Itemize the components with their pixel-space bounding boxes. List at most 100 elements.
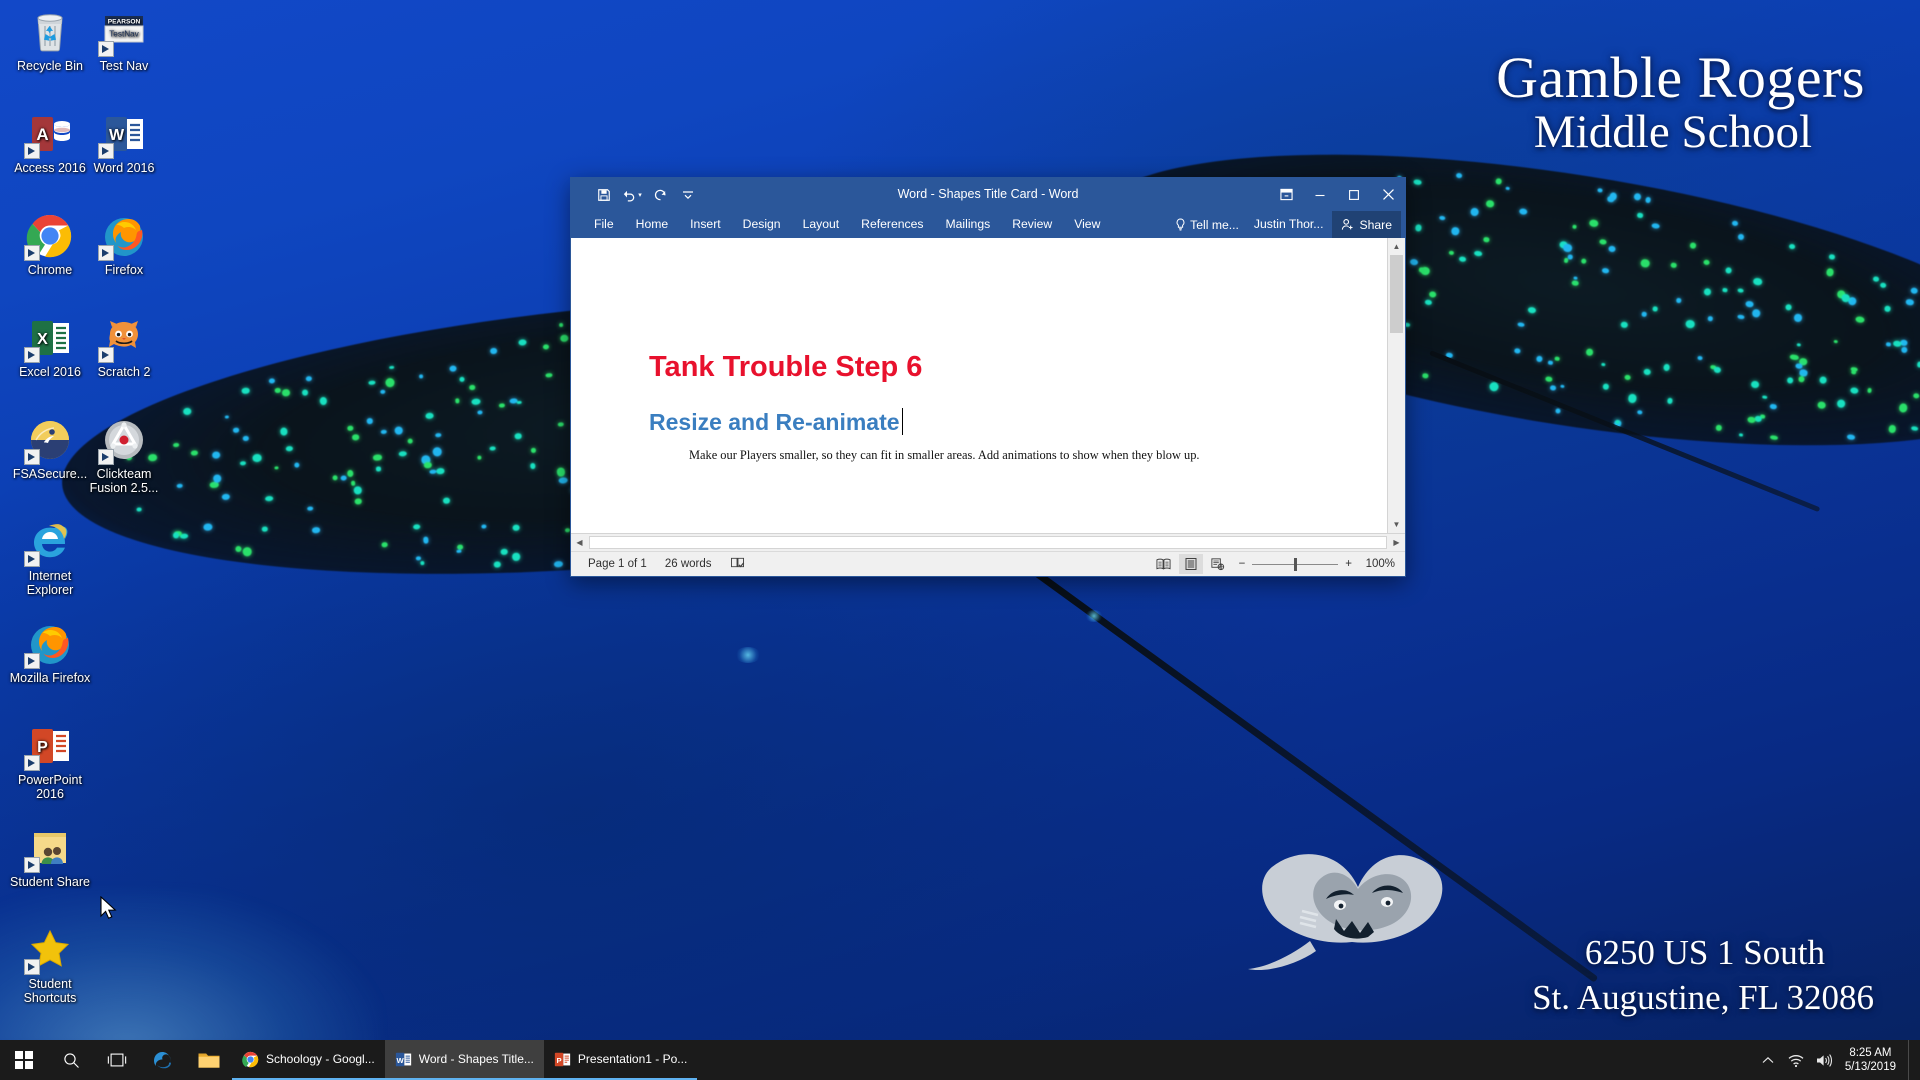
taskbar-task-2[interactable]: P Presentation1 - Po... bbox=[543, 1040, 698, 1080]
zoom-slider[interactable]: − + bbox=[1233, 557, 1358, 571]
print-layout-view-button[interactable] bbox=[1178, 554, 1203, 574]
word-status-bar[interactable]: Page 1 of 1 26 words − + 100% bbox=[571, 551, 1405, 576]
desktop-icon-scratch-2[interactable]: Scratch 2 bbox=[80, 314, 168, 380]
ribbon-tab-mailings[interactable]: Mailings bbox=[935, 211, 1002, 238]
scroll-down-icon[interactable]: ▼ bbox=[1388, 516, 1405, 533]
show-hidden-icons-chevron[interactable] bbox=[1755, 1040, 1781, 1080]
ray-spot bbox=[1474, 250, 1483, 257]
share-button[interactable]: Share bbox=[1332, 211, 1401, 238]
ray-spot bbox=[419, 560, 425, 565]
ray-spot bbox=[1836, 399, 1847, 409]
ray-spot bbox=[435, 467, 445, 475]
scroll-up-icon[interactable]: ▲ bbox=[1388, 238, 1405, 255]
ribbon-tab-layout[interactable]: Layout bbox=[792, 211, 851, 238]
status-bar-right[interactable]: − + 100% bbox=[1152, 554, 1397, 574]
desktop-icon-internet-explorer[interactable]: Internet Explorer bbox=[6, 518, 94, 597]
save-icon[interactable] bbox=[591, 183, 617, 207]
scratch-cat-icon bbox=[98, 314, 148, 363]
ribbon-tab-references[interactable]: References bbox=[850, 211, 934, 238]
ray-spot bbox=[1696, 355, 1703, 361]
ray-spot bbox=[172, 532, 179, 539]
taskbar-item-edge[interactable] bbox=[140, 1040, 186, 1080]
word-title-bar[interactable]: ▾ Word - Shapes Title Card - Word bbox=[571, 178, 1405, 211]
taskbar-task-0[interactable]: Schoology - Googl... bbox=[232, 1040, 385, 1080]
horizontal-scroll-track[interactable] bbox=[589, 536, 1387, 549]
ribbon-tab-insert[interactable]: Insert bbox=[679, 211, 731, 238]
read-mode-view-button[interactable] bbox=[1152, 554, 1176, 574]
ray-spot bbox=[1753, 277, 1763, 286]
minimize-icon[interactable] bbox=[1303, 178, 1337, 211]
word-window[interactable]: ▾ Word - Shapes Title Card - Word File H… bbox=[570, 177, 1406, 577]
ribbon-tab-home[interactable]: Home bbox=[625, 211, 680, 238]
proofing-errors-icon[interactable] bbox=[721, 556, 754, 572]
desktop-icon-test-nav[interactable]: PEARSON TestNav Test Nav bbox=[80, 8, 168, 74]
show-desktop-button[interactable] bbox=[1908, 1040, 1916, 1080]
desktop[interactable]: Gamble Rogers Middle School 6250 US 1 So… bbox=[0, 0, 1920, 1080]
ray-spot bbox=[281, 388, 291, 398]
task-view-icon[interactable] bbox=[94, 1040, 140, 1080]
taskbar-clock[interactable]: 8:25 AM 5/13/2019 bbox=[1839, 1040, 1906, 1080]
scroll-right-icon[interactable]: ▶ bbox=[1388, 534, 1405, 551]
word-count-status[interactable]: 26 words bbox=[656, 558, 721, 570]
customize-qat-icon[interactable] bbox=[675, 183, 701, 207]
close-icon[interactable] bbox=[1371, 178, 1405, 211]
taskbar-item-file-explorer[interactable] bbox=[186, 1040, 232, 1080]
wallpaper-address-line2: St. Augustine, FL 32086 bbox=[1532, 978, 1874, 1017]
desktop-icon-word-2016[interactable]: W Word 2016 bbox=[80, 110, 168, 176]
desktop-icon-student-shortcuts[interactable]: Student Shortcuts bbox=[6, 926, 94, 1005]
ray-spot bbox=[1725, 266, 1733, 274]
ray-spot bbox=[172, 442, 179, 447]
svg-text:A: A bbox=[36, 125, 48, 144]
ray-spot bbox=[1572, 275, 1578, 280]
desktop-icon-firefox[interactable]: Firefox bbox=[80, 212, 168, 278]
ribbon-tab-review[interactable]: Review bbox=[1001, 211, 1063, 238]
zoom-thumb[interactable] bbox=[1294, 557, 1298, 571]
ribbon-tab-file[interactable]: File bbox=[583, 211, 625, 238]
redo-icon[interactable] bbox=[647, 183, 673, 207]
quick-access-toolbar[interactable]: ▾ bbox=[571, 183, 701, 207]
zoom-out-button[interactable]: − bbox=[1239, 558, 1246, 570]
tell-me-search[interactable]: Tell me... bbox=[1169, 211, 1245, 238]
ray-spot bbox=[1884, 305, 1892, 313]
zoom-track[interactable] bbox=[1252, 557, 1339, 571]
ribbon-right-group[interactable]: Tell me... Justin Thor... Share bbox=[1169, 211, 1401, 238]
web-layout-view-button[interactable] bbox=[1206, 554, 1230, 574]
account-name[interactable]: Justin Thor... bbox=[1247, 211, 1331, 238]
window-controls[interactable] bbox=[1269, 178, 1405, 211]
ribbon-tab-view[interactable]: View bbox=[1063, 211, 1111, 238]
horizontal-scrollbar[interactable]: ◀ ▶ bbox=[571, 533, 1405, 551]
desktop-icon-mozilla-firefox[interactable]: Mozilla Firefox bbox=[6, 620, 94, 686]
ray-spot bbox=[1819, 376, 1828, 385]
ray-spot bbox=[1505, 186, 1510, 191]
network-wifi-icon[interactable] bbox=[1783, 1040, 1809, 1080]
start-button[interactable] bbox=[0, 1040, 48, 1080]
ribbon-tab-design[interactable]: Design bbox=[732, 211, 792, 238]
ribbon-tab-bar[interactable]: File Home Insert Design Layout References Mail… bbox=[571, 211, 1405, 238]
ribbon-display-options-icon[interactable] bbox=[1269, 178, 1303, 211]
zoom-in-button[interactable]: + bbox=[1345, 558, 1352, 570]
desktop-icon-powerpoint-2016[interactable]: P PowerPoint 2016 bbox=[6, 722, 94, 801]
undo-icon[interactable]: ▾ bbox=[619, 183, 645, 207]
volume-speaker-icon[interactable] bbox=[1811, 1040, 1837, 1080]
ray-spot bbox=[556, 467, 566, 477]
taskbar[interactable]: Schoology - Googl... W Word - Shapes Title… bbox=[0, 1040, 1920, 1080]
document-area[interactable]: Tank Trouble Step 6 Resize and Re-animat… bbox=[571, 238, 1405, 533]
ray-spot bbox=[346, 469, 354, 478]
system-tray[interactable]: 8:25 AM 5/13/2019 bbox=[1755, 1040, 1920, 1080]
desktop-icon-clickteam-fusion-2-5[interactable]: Clickteam Fusion 2.5... bbox=[80, 416, 168, 495]
scroll-left-icon[interactable]: ◀ bbox=[571, 534, 588, 551]
vertical-scrollbar[interactable]: ▲ ▼ bbox=[1387, 238, 1405, 533]
vertical-scroll-thumb[interactable] bbox=[1390, 255, 1403, 333]
svg-text:PEARSON: PEARSON bbox=[108, 19, 141, 26]
search-icon[interactable] bbox=[48, 1040, 94, 1080]
document-page[interactable]: Tank Trouble Step 6 Resize and Re-animat… bbox=[571, 238, 1387, 533]
ray-spot bbox=[1580, 257, 1587, 264]
ray-spot bbox=[242, 435, 250, 441]
ray-spot bbox=[1567, 253, 1574, 260]
zoom-level-label[interactable]: 100% bbox=[1361, 558, 1397, 570]
maximize-icon[interactable] bbox=[1337, 178, 1371, 211]
taskbar-task-1[interactable]: W Word - Shapes Title... bbox=[384, 1040, 544, 1080]
desktop-icon-student-share[interactable]: Student Share bbox=[6, 824, 94, 890]
page-count-status[interactable]: Page 1 of 1 bbox=[579, 558, 656, 570]
ray-spot bbox=[1651, 222, 1660, 229]
